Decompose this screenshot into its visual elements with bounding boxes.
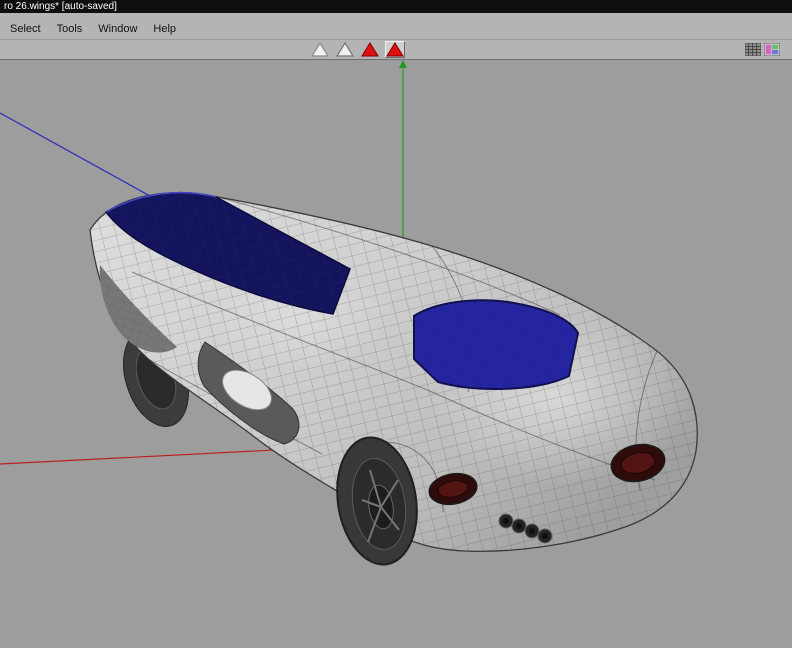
viewport-canvas[interactable] <box>0 60 792 648</box>
window-titlebar[interactable]: ro 26.wings* [auto-saved] <box>0 0 792 13</box>
view-toggle-group <box>744 42 781 61</box>
edge-select-mode-button[interactable] <box>335 41 355 58</box>
smooth-view-button[interactable] <box>763 42 781 61</box>
face-select-mode-icon <box>361 42 379 57</box>
smooth-view-icon <box>763 42 781 57</box>
wireframe-view-icon <box>744 42 762 57</box>
vertex-select-mode-button[interactable] <box>310 41 330 58</box>
body-select-mode-icon <box>386 42 404 57</box>
menu-help[interactable]: Help <box>145 21 184 37</box>
selection-mode-group <box>310 41 405 58</box>
edge-select-mode-icon <box>336 42 354 57</box>
face-select-mode-button[interactable] <box>360 41 380 58</box>
vertex-select-mode-icon <box>311 42 329 57</box>
viewport[interactable] <box>0 60 792 648</box>
body-select-mode-button[interactable] <box>385 41 405 58</box>
wireframe-view-button[interactable] <box>744 42 762 61</box>
window-title: ro 26.wings* [auto-saved] <box>4 1 117 12</box>
menu-window[interactable]: Window <box>90 21 145 37</box>
menu-bar: Select Tools Window Help <box>0 13 792 40</box>
y-axis-arrow <box>399 60 407 68</box>
menu-tools[interactable]: Tools <box>49 21 91 37</box>
menu-select[interactable]: Select <box>2 21 49 37</box>
toolbar <box>0 40 792 60</box>
